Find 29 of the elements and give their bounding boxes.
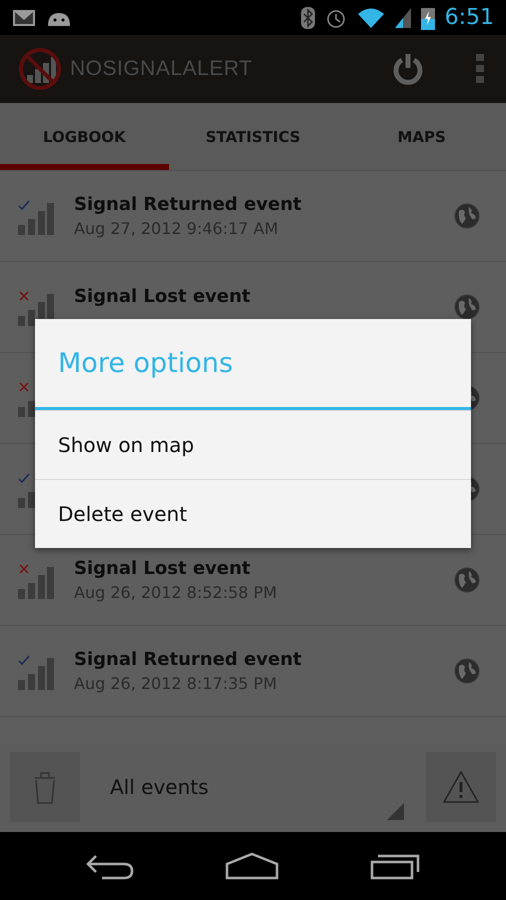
dialog-menu-item[interactable]: Show on map xyxy=(35,410,471,479)
delete-button[interactable] xyxy=(10,752,80,822)
app-title: NOSIGNALALERT xyxy=(70,57,252,81)
bluetooth-icon xyxy=(300,6,315,28)
no-signal-logo-icon xyxy=(18,47,62,91)
event-title: Signal Returned event xyxy=(74,194,303,215)
power-icon xyxy=(392,52,424,86)
clock-time: 6:51 xyxy=(444,5,494,30)
dialog-title: More options xyxy=(35,319,471,410)
mail-icon xyxy=(12,8,36,26)
back-icon xyxy=(86,852,134,880)
filter-dropdown[interactable]: All events xyxy=(90,752,416,822)
event-title: Signal Returned event xyxy=(74,649,303,670)
dialog-menu-item[interactable]: Delete event xyxy=(35,479,471,548)
menu-icon xyxy=(476,54,484,84)
wifi-icon xyxy=(356,6,385,28)
dropdown-corner-icon xyxy=(387,803,404,820)
battery-icon xyxy=(420,6,435,30)
home-icon xyxy=(224,852,279,880)
event-title: Signal Lost event xyxy=(74,286,252,306)
tab[interactable]: LOGBOOK xyxy=(0,103,169,170)
tab[interactable]: MAPS xyxy=(337,103,506,170)
alert-button[interactable] xyxy=(426,752,496,822)
tab[interactable]: STATISTICS xyxy=(168,103,338,170)
globe-icon[interactable] xyxy=(453,293,481,321)
warning-icon xyxy=(442,770,480,804)
cell-signal-icon xyxy=(394,8,411,28)
recent-apps-icon xyxy=(370,852,420,880)
event-title: Signal Lost event xyxy=(74,558,252,579)
